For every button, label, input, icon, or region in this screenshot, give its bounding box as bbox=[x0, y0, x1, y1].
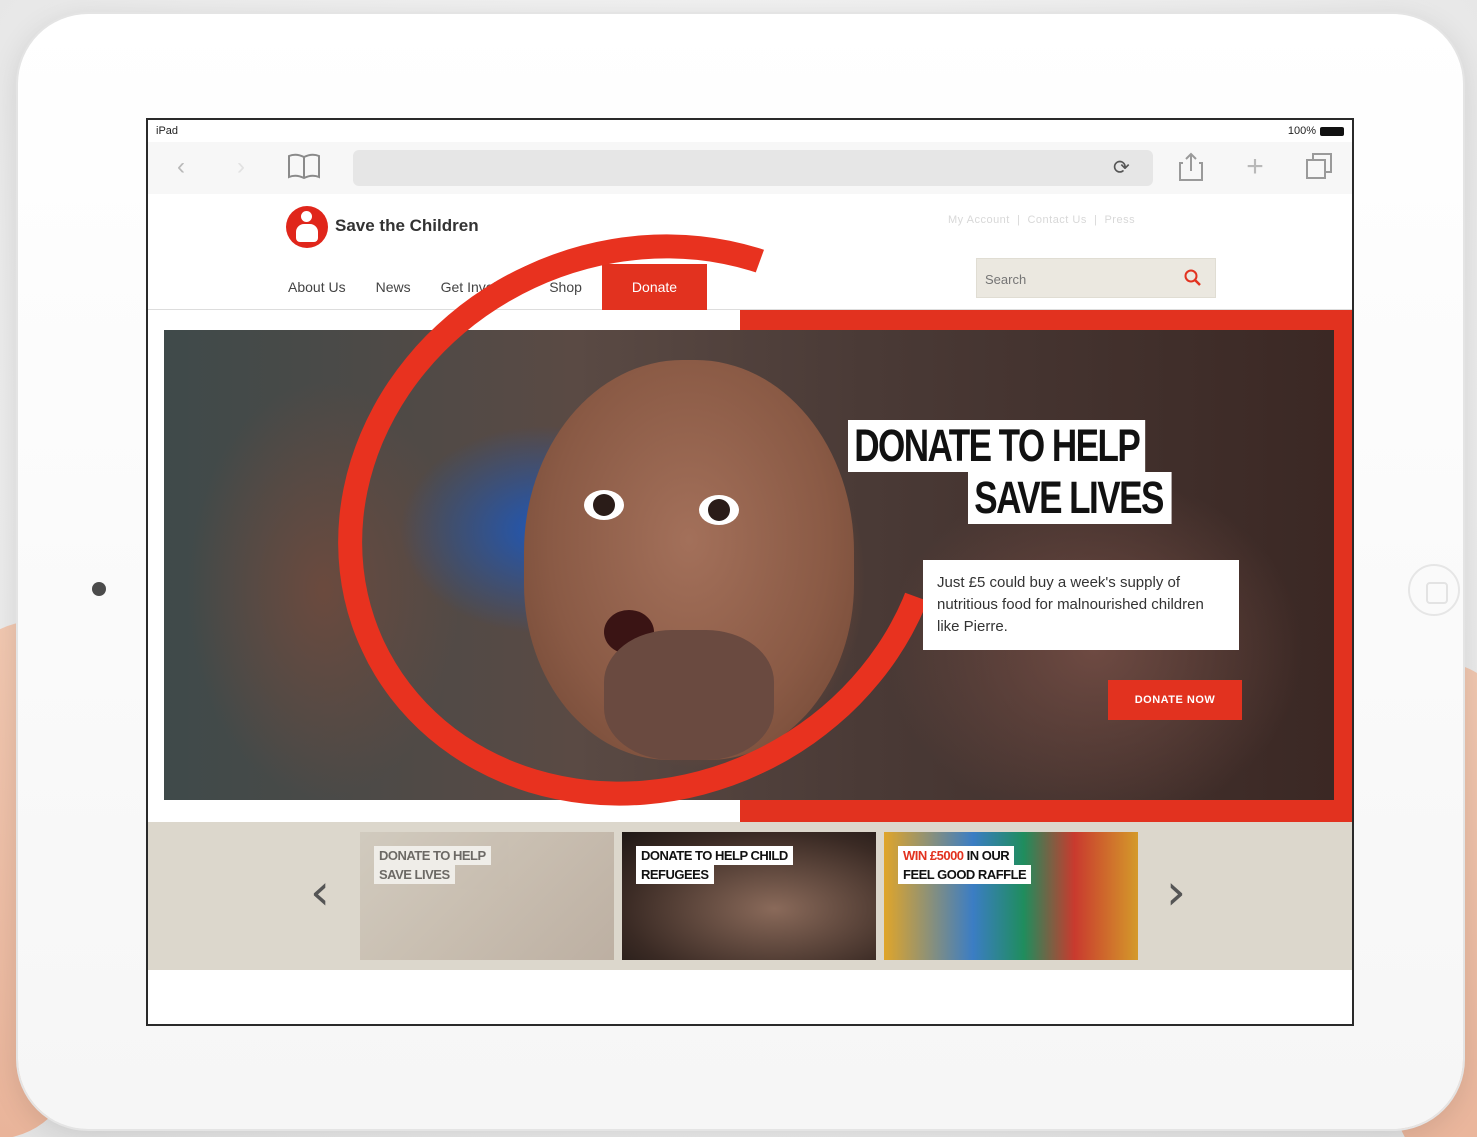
nav-item-about[interactable]: About Us bbox=[276, 264, 358, 310]
back-icon[interactable]: ‹ bbox=[166, 152, 196, 182]
carousel-next-icon[interactable]: › bbox=[1156, 862, 1196, 922]
front-camera bbox=[92, 582, 106, 596]
search-box bbox=[976, 258, 1216, 298]
bookmarks-icon[interactable] bbox=[284, 152, 324, 182]
carousel-prev-icon[interactable]: ‹ bbox=[300, 862, 340, 922]
hero-description: Just £5 could buy a week's supply of nut… bbox=[923, 560, 1239, 650]
tile-line2: SAVE LIVES bbox=[374, 865, 455, 884]
status-bar: iPad 100% bbox=[148, 120, 1352, 142]
search-input[interactable] bbox=[985, 267, 1165, 291]
hero-headline-line2: SAVE LIVES bbox=[968, 472, 1172, 524]
nav-item-news[interactable]: News bbox=[364, 264, 423, 310]
new-tab-icon[interactable]: + bbox=[1240, 152, 1270, 182]
hero-headline-line1: DONATE TO HELP bbox=[848, 420, 1146, 472]
carousel-tile[interactable]: DONATE TO HELP SAVE LIVES bbox=[360, 832, 614, 960]
utility-link-contact[interactable]: Contact Us bbox=[1027, 214, 1086, 226]
tile-label: DONATE TO HELP CHILD REFUGEES bbox=[636, 846, 793, 884]
page-bottom bbox=[148, 970, 1352, 1024]
donate-now-button[interactable]: DONATE NOW bbox=[1108, 680, 1242, 720]
tile-label: WIN £5000 IN OUR FEEL GOOD RAFFLE bbox=[898, 846, 1032, 884]
tabs-icon[interactable] bbox=[1303, 152, 1335, 182]
search-icon[interactable] bbox=[1183, 268, 1203, 288]
tile-label: DONATE TO HELP SAVE LIVES bbox=[374, 846, 491, 884]
tile-line2: REFUGEES bbox=[636, 865, 714, 884]
tile-line1: DONATE TO HELP CHILD bbox=[636, 846, 793, 865]
reload-icon[interactable]: ⟳ bbox=[1113, 150, 1130, 186]
tile-line1: DONATE TO HELP bbox=[374, 846, 491, 865]
forward-icon[interactable]: › bbox=[226, 152, 256, 182]
url-bar[interactable] bbox=[353, 150, 1153, 186]
tile-line1: WIN £5000 IN OUR bbox=[898, 846, 1015, 865]
battery-percent: 100% bbox=[1287, 125, 1316, 137]
home-button[interactable] bbox=[1408, 564, 1460, 616]
utility-link-press[interactable]: Press bbox=[1104, 214, 1135, 226]
carousel-tile[interactable]: WIN £5000 IN OUR FEEL GOOD RAFFLE bbox=[884, 832, 1138, 960]
promo-carousel: ‹ DONATE TO HELP SAVE LIVES DONATE TO HE… bbox=[148, 822, 1352, 970]
hero-banner: DONATE TO HELP SAVE LIVES Just £5 could … bbox=[148, 135, 1352, 905]
photo-scene: iPad 100% ‹ › ⟳ + Save the Children My A… bbox=[0, 0, 1477, 1137]
share-icon[interactable] bbox=[1176, 152, 1206, 182]
carousel-tile[interactable]: DONATE TO HELP CHILD REFUGEES bbox=[622, 832, 876, 960]
utility-links: My Account | Contact Us | Press bbox=[948, 214, 1136, 226]
utility-link-account[interactable]: My Account bbox=[948, 214, 1010, 226]
battery-status: 100% bbox=[1288, 125, 1344, 137]
tile-line2: FEEL GOOD RAFFLE bbox=[898, 865, 1032, 884]
site-logo-text[interactable]: Save the Children bbox=[335, 216, 479, 236]
battery-icon bbox=[1320, 126, 1344, 136]
ipad-screen: iPad 100% ‹ › ⟳ + Save the Children My A… bbox=[146, 118, 1354, 1026]
logo-icon[interactable] bbox=[286, 206, 328, 248]
tile-highlight: WIN £5000 bbox=[903, 848, 964, 863]
device-label: iPad bbox=[156, 125, 179, 137]
tile-line1-rest: IN OUR bbox=[963, 848, 1010, 863]
hero-headline: DONATE TO HELP SAVE LIVES bbox=[848, 420, 1229, 524]
browser-toolbar: ‹ › ⟳ + bbox=[148, 142, 1352, 194]
